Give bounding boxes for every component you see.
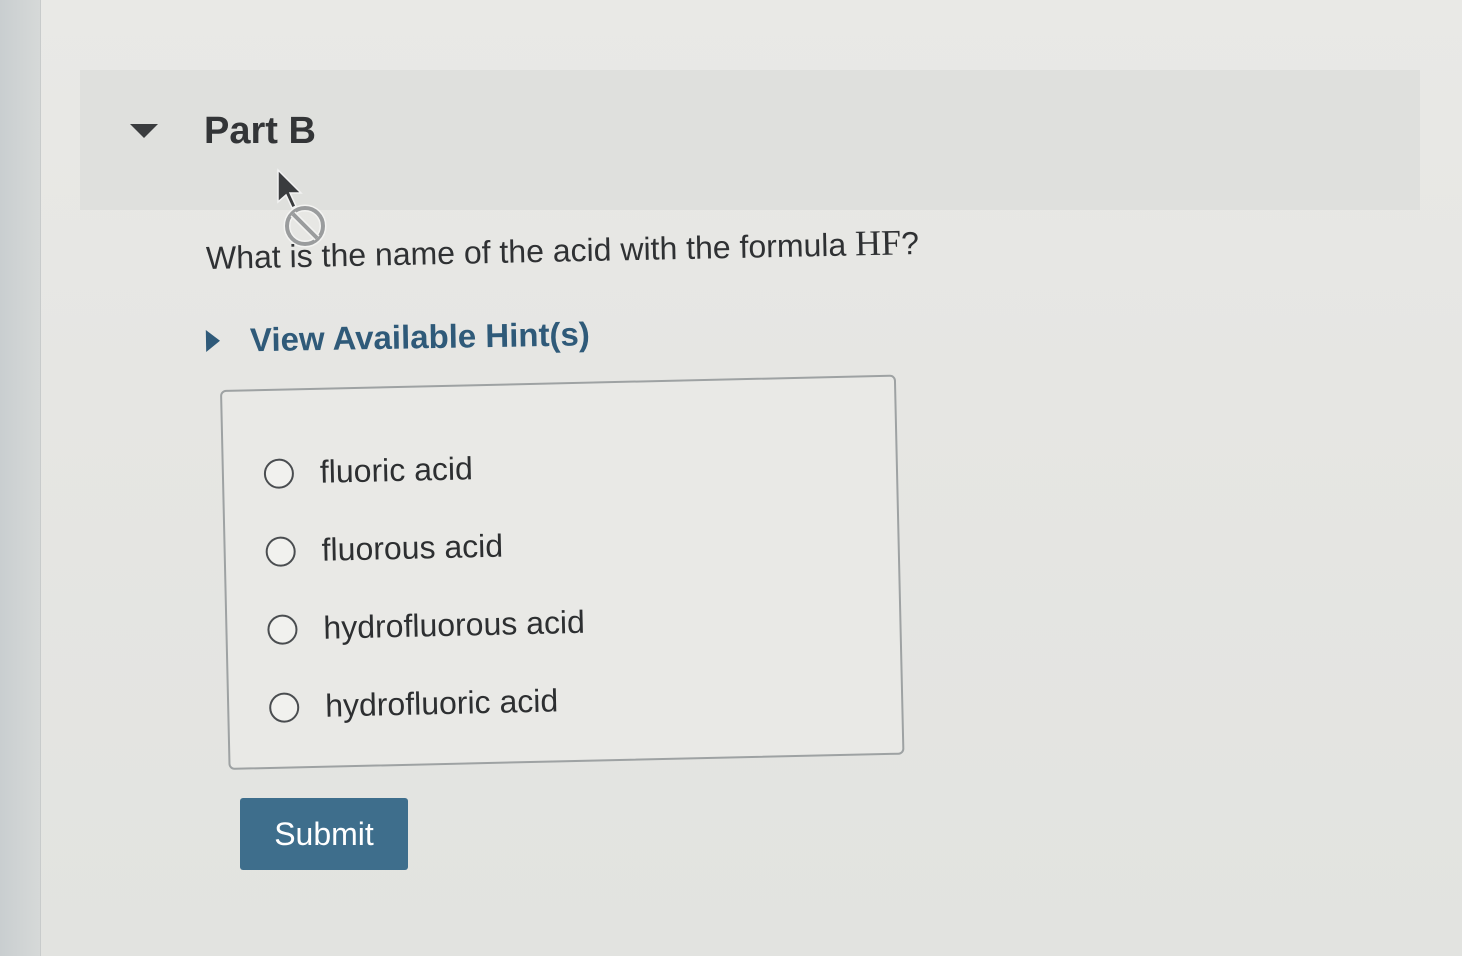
question-suffix: ?	[900, 225, 920, 262]
option-hydrofluorous-acid[interactable]: hydrofluorous acid	[267, 604, 585, 648]
part-title: Part B	[204, 110, 316, 152]
answer-options-box: fluoric acid fluorous acid hydrofluorous…	[220, 374, 905, 770]
radio-button[interactable]	[267, 613, 298, 645]
left-edge-strip	[0, 0, 40, 956]
option-label: fluorous acid	[321, 527, 504, 568]
option-fluorous-acid[interactable]: fluorous acid	[265, 528, 503, 570]
radio-button[interactable]	[265, 535, 297, 567]
option-label: fluoric acid	[319, 450, 474, 490]
radio-button[interactable]	[263, 457, 295, 489]
option-hydrofluoric-acid[interactable]: hydrofluoric acid	[268, 682, 559, 726]
question-formula: HF	[854, 222, 902, 264]
submit-button[interactable]: Submit	[240, 798, 408, 870]
view-hints-toggle[interactable]: View Available Hint(s)	[205, 315, 591, 360]
triangle-right-icon	[205, 329, 221, 352]
option-label: hydrofluorous acid	[323, 603, 586, 646]
option-label: hydrofluoric acid	[324, 682, 559, 724]
view-hints-label: View Available Hint(s)	[249, 315, 591, 359]
option-fluoric-acid[interactable]: fluoric acid	[263, 450, 473, 492]
collapse-triangle-icon[interactable]	[130, 124, 158, 138]
radio-button[interactable]	[268, 691, 300, 723]
